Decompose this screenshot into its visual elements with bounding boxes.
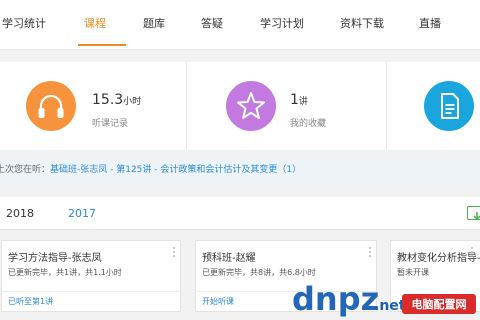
svg-text:dnpz: dnpz — [292, 280, 379, 318]
tab-study-stats[interactable]: 学习统计 — [2, 0, 46, 50]
course-action-link[interactable]: 已听至第1讲 — [8, 296, 53, 307]
divider — [186, 62, 187, 150]
tab-question-bank[interactable]: 题库 — [143, 0, 165, 50]
listening-record-label[interactable]: 听课记录 — [92, 116, 128, 129]
tab-courses[interactable]: 课程 — [84, 0, 106, 50]
more-icon[interactable] — [471, 247, 474, 259]
star-icon[interactable] — [226, 81, 276, 131]
course-card[interactable]: 学习方法指导-张志凤 已更新完毕，共1讲，共1.1小时 已听至第1讲 — [1, 240, 181, 312]
divider — [386, 62, 387, 150]
course-action-link[interactable]: 开始听课 — [202, 296, 234, 307]
last-viewed-link[interactable]: 基础班-张志凤 - 第125讲 - 会计政策和会计估计及其变更（1） — [50, 165, 301, 175]
listening-hours: 15.3小时 — [92, 92, 142, 108]
tab-live[interactable]: 直播 — [419, 0, 441, 50]
year-tab-2018[interactable]: 2018 — [6, 197, 34, 230]
svg-text:.net: .net — [374, 298, 406, 314]
stats-panel: 15.3小时 听课记录 1讲 我的收藏 — [0, 62, 480, 150]
headphones-icon[interactable] — [26, 81, 76, 131]
my-favorites-label[interactable]: 我的收藏 — [290, 116, 326, 129]
more-icon[interactable] — [173, 247, 176, 259]
svg-text:电脑配置网: 电脑配置网 — [412, 297, 467, 311]
document-icon[interactable] — [424, 81, 474, 131]
last-viewed-bar: 上次您在听：基础班-张志凤 - 第125讲 - 会计政策和会计估计及其变更（1） — [0, 155, 480, 185]
active-tab-indicator — [78, 44, 126, 46]
course-meta: 已更新完毕，共1讲，共1.1小时 — [8, 268, 122, 277]
more-icon[interactable] — [369, 247, 372, 259]
top-nav: 学习统计 课程 题库 答疑 学习计划 资料下载 直播 — [0, 0, 480, 50]
tab-study-plan[interactable]: 学习计划 — [260, 0, 304, 50]
divider — [2, 291, 180, 292]
course-title[interactable]: 预科班-赵耀 — [202, 249, 256, 264]
download-icon[interactable] — [467, 206, 480, 221]
site-watermark: dnpz .net 电脑配置网 — [288, 270, 480, 320]
year-tab-2017[interactable]: 2017 — [68, 197, 96, 230]
favorites-count: 1讲 — [290, 92, 308, 108]
tab-downloads[interactable]: 资料下载 — [340, 0, 384, 50]
year-tabs: 2018 2017 — [0, 197, 480, 230]
course-title[interactable]: 学习方法指导-张志凤 — [8, 249, 102, 264]
tab-qa[interactable]: 答疑 — [201, 0, 223, 50]
last-viewed-prefix: 上次您在听： — [0, 165, 51, 175]
course-title[interactable]: 教材变化分析指导-东 — [397, 249, 480, 264]
